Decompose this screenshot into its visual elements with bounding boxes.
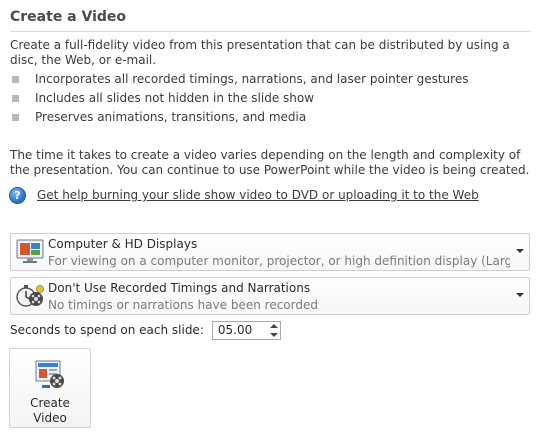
list-item: Includes all slides not hidden in the sl… — [10, 91, 468, 110]
create-video-button[interactable]: Create Video — [9, 348, 91, 428]
spin-down-icon[interactable] — [269, 331, 278, 338]
feature-list: Incorporates all recorded timings, narra… — [10, 72, 468, 129]
chevron-down-icon — [516, 293, 524, 297]
description-text: Create a full-fidelity video from this p… — [10, 38, 510, 67]
section-title: Create a Video — [10, 9, 127, 25]
computer-display-icon — [16, 239, 44, 263]
seconds-input[interactable] — [212, 321, 267, 339]
bullet-icon — [12, 76, 19, 83]
create-video-panel: Create a Video Create a full-fidelity vi… — [0, 0, 541, 443]
list-item-text: Preserves animations, transitions, and m… — [35, 110, 307, 124]
chevron-down-icon — [516, 249, 524, 253]
seconds-label: Seconds to spend on each slide: — [10, 323, 204, 337]
seconds-per-slide-row: Seconds to spend on each slide: — [10, 320, 281, 340]
dropdown-title: Computer & HD Displays — [48, 237, 198, 251]
help-icon[interactable]: ? — [9, 186, 26, 204]
dropdown-title: Don't Use Recorded Timings and Narration… — [48, 281, 311, 295]
spin-up-icon[interactable] — [269, 323, 278, 330]
timings-narrations-icon — [16, 285, 44, 307]
title-divider — [10, 31, 531, 32]
dropdown-subtitle: No timings or narrations have been recor… — [48, 298, 318, 312]
bullet-icon — [12, 114, 19, 121]
help-link[interactable]: Get help burning your slide show video t… — [37, 188, 479, 202]
dropdown-subtitle: For viewing on a computer monitor, proje… — [48, 254, 510, 268]
list-item: Incorporates all recorded timings, narra… — [10, 72, 468, 91]
seconds-stepper[interactable] — [211, 320, 281, 340]
timings-narrations-dropdown[interactable]: Don't Use Recorded Timings and Narration… — [10, 277, 530, 315]
list-item-text: Incorporates all recorded timings, narra… — [35, 72, 469, 86]
list-item: Preserves animations, transitions, and m… — [10, 110, 468, 129]
create-video-icon — [35, 360, 64, 388]
list-item-text: Includes all slides not hidden in the sl… — [35, 91, 315, 105]
create-video-label: Create Video — [30, 396, 70, 425]
video-quality-dropdown[interactable]: Computer & HD Displays For viewing on a … — [10, 233, 530, 271]
help-row: ? Get help burning your slide show video… — [9, 186, 479, 204]
bullet-icon — [12, 95, 19, 102]
time-note-text: The time it takes to create a video vari… — [10, 148, 530, 177]
